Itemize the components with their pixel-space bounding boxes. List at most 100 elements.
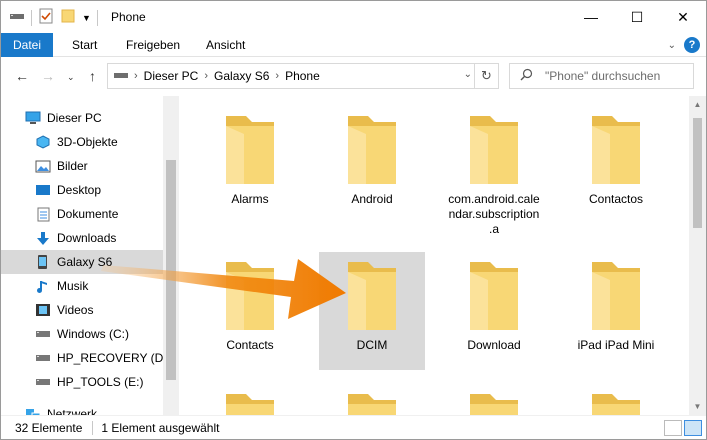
nav-label: Desktop [57,183,102,197]
folder-contacts[interactable]: Contacts [197,254,303,359]
folder-label: Android [351,192,393,206]
breadcrumb: › [134,70,138,82]
folder-icon [226,394,274,415]
nav-item-hp-tools[interactable]: HP_TOOLS (E:) [35,370,179,394]
nav-item-galaxy-s6[interactable]: Galaxy S6 [1,250,163,274]
content-scroll-thumb[interactable] [693,118,702,228]
folder-partial[interactable] [441,386,547,415]
tab-start[interactable]: Start [72,33,97,57]
maximize-button[interactable]: ☐ [614,1,660,33]
nav-scroll-thumb[interactable] [166,160,176,380]
divider [92,420,94,435]
breadcrumb-item[interactable]: Phone [285,69,320,83]
folder-alarms[interactable]: Alarms [197,108,303,213]
folder-label: iPad iPad Mini [577,338,655,352]
folder-icon [348,116,396,184]
desktop-icon [35,182,51,198]
expand-ribbon-icon[interactable]: ⌄ [668,40,676,51]
breadcrumb-item[interactable]: Dieser PC › [144,69,208,83]
help-icon[interactable]: ? [684,37,700,53]
pictures-icon [35,158,51,174]
nav-label: Galaxy S6 [57,255,113,269]
nav-item-musik[interactable]: Musik [35,274,179,298]
tab-ansicht[interactable]: Ansicht [206,33,245,57]
forward-icon[interactable]: → [41,68,55,84]
large-icons-view-icon[interactable] [684,420,702,436]
scroll-down-icon[interactable]: ▼ [689,402,706,411]
chevron-right-icon[interactable]: › [204,70,208,82]
title-bar: ▼ Phone — ☐ ✕ [1,1,706,33]
nav-item-3d-objekte[interactable]: 3D-Objekte [35,130,179,154]
nav-item-bilder[interactable]: Bilder [35,154,179,178]
folder-android[interactable]: Android [319,108,425,213]
details-view-icon[interactable] [664,420,682,436]
drive-icon [35,374,51,390]
nav-item-hp-recovery[interactable]: HP_RECOVERY (D:) [35,346,179,370]
search-input[interactable]: "Phone" durchsuchen [509,63,694,89]
nav-item-windows-c[interactable]: Windows (C:) [35,322,179,346]
music-icon [35,278,51,294]
folder-partial[interactable] [197,386,303,415]
drive-icon [35,350,51,366]
nav-scrollbar[interactable] [163,96,179,415]
refresh-icon[interactable]: ↻ [474,64,498,88]
nav-item-videos[interactable]: Videos [35,298,179,322]
back-icon[interactable]: ← [15,68,29,84]
documents-icon [35,206,51,222]
address-dropdown-icon[interactable]: ⌄ [464,69,472,80]
ribbon-tabs: Datei Start Freigeben Ansicht ⌄ ? [1,33,706,57]
scroll-up-icon[interactable]: ▲ [689,100,706,109]
properties-icon[interactable] [38,8,54,27]
item-count: 32 Elemente [15,420,83,435]
recent-locations-icon[interactable]: ⌄ [67,72,75,83]
up-icon[interactable]: ↑ [89,68,96,84]
folder-icon [226,116,274,184]
qat-dropdown-icon[interactable]: ▼ [82,13,91,23]
device-icon [114,69,128,83]
nav-item-downloads[interactable]: Downloads [35,226,179,250]
nav-label: Downloads [57,231,117,245]
folder-icon [592,262,640,330]
folder-ipad-mini[interactable]: iPad iPad Mini [563,254,669,359]
nav-label: Bilder [57,159,88,173]
folder-label-line: .a [488,222,499,236]
nav-label: Musik [57,279,89,293]
folder-download[interactable]: Download [441,254,547,359]
content-scrollbar[interactable]: ▲ ▼ [689,96,706,415]
chevron-right-icon[interactable]: › [275,70,279,82]
nav-label: Videos [57,303,94,317]
phone-icon [35,254,51,270]
minimize-button[interactable]: — [568,1,614,33]
nav-item-netzwerk[interactable]: Netzwerk [25,402,179,415]
folder-com-android-calendar[interactable]: com.android.cale ndar.subscription .a [441,108,547,243]
tab-datei[interactable]: Datei [1,33,54,57]
search-placeholder: "Phone" durchsuchen [545,69,661,83]
folder-partial[interactable] [563,386,669,415]
folder-dcim[interactable]: DCIM [319,252,425,370]
explorer-window: ▼ Phone — ☐ ✕ Datei Start Freigeben Ansi… [0,0,707,440]
nav-label: HP_TOOLS (E:) [57,375,144,389]
chevron-right-icon[interactable]: › [134,70,138,82]
close-button[interactable]: ✕ [660,1,706,33]
nav-item-dokumente[interactable]: Dokumente [35,202,179,226]
divider [31,9,32,26]
breadcrumb-item[interactable]: Galaxy S6 › [214,69,279,83]
breadcrumb-label: Dieser PC [143,69,199,83]
tab-freigeben[interactable]: Freigeben [126,33,180,57]
folder-partial[interactable] [319,386,425,415]
folder-label-line: ndar.subscription [448,207,540,221]
new-folder-icon[interactable] [60,8,76,27]
window-controls: — ☐ ✕ [568,1,706,33]
drive-icon[interactable] [9,10,25,25]
address-bar[interactable]: › Dieser PC › Galaxy S6 › Phone ⌄ ↻ [107,63,499,89]
downloads-icon [35,230,51,246]
folder-label: Download [467,338,521,352]
breadcrumb-label: Galaxy S6 [214,69,270,83]
nav-item-dieser-pc[interactable]: Dieser PC [25,106,179,130]
search-icon [520,68,533,84]
folder-label: Alarms [231,192,269,206]
nav-item-desktop[interactable]: Desktop [35,178,179,202]
selection-count: 1 Element ausgewählt [101,420,220,435]
folder-contactos[interactable]: Contactos [563,108,669,213]
network-icon [25,406,41,415]
